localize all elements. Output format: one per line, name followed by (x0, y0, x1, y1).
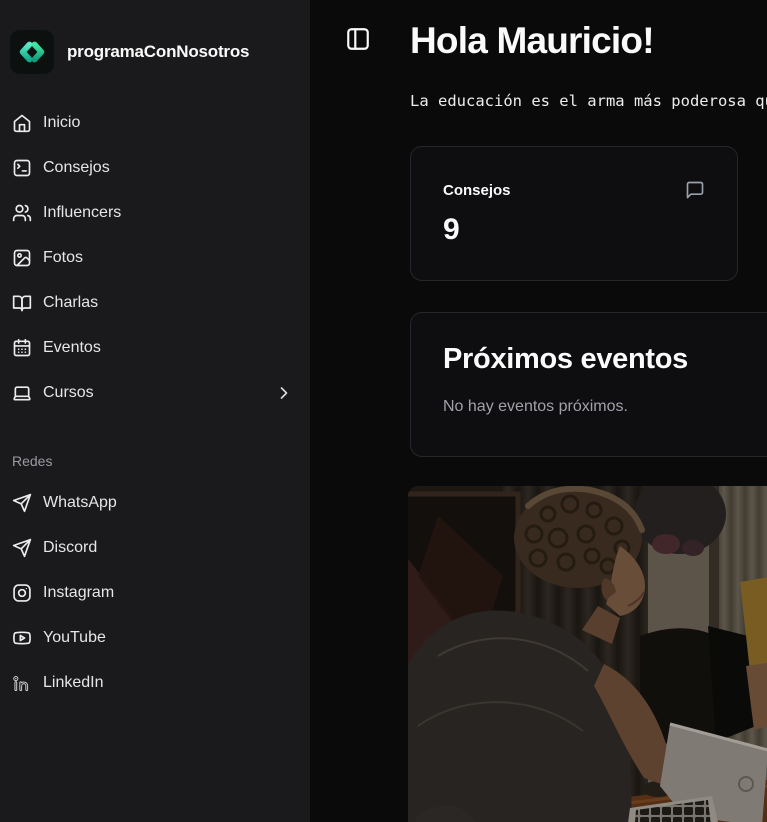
message-square-icon (685, 180, 705, 200)
eventos-empty-message: No hay eventos próximos. (443, 398, 767, 416)
chevron-right-icon (274, 383, 294, 403)
nav-label: Charlas (43, 294, 98, 312)
nav-label: Cursos (43, 384, 94, 402)
social-nav: WhatsApp Discord Instagram (0, 480, 310, 705)
send-icon (12, 538, 32, 558)
logo-link[interactable]: programaConNosotros (0, 0, 310, 100)
social-item-discord[interactable]: Discord (0, 525, 310, 570)
main-nav: Inicio Consejos (0, 100, 310, 415)
quote-text: La educación es el arma más poderosa que… (410, 92, 767, 110)
consejos-card-title: Consejos (443, 182, 511, 199)
panel-left-icon (345, 40, 371, 55)
page-title: Hola Mauricio! (410, 20, 654, 62)
nav-item-consejos[interactable]: Consejos (0, 145, 310, 190)
nav-label: Inicio (43, 114, 80, 132)
consejos-card: Consejos 9 (410, 146, 738, 281)
eventos-card-title: Próximos eventos (443, 343, 767, 376)
nav-label: Fotos (43, 249, 83, 267)
home-icon (12, 113, 32, 133)
nav-label: Influencers (43, 204, 121, 222)
consejos-count: 9 (443, 213, 705, 247)
social-item-instagram[interactable]: Instagram (0, 570, 310, 615)
nav-label: Consejos (43, 159, 110, 177)
app-layout: programaConNosotros Inicio (0, 0, 767, 822)
terminal-icon (12, 158, 32, 178)
app-logo-icon (10, 30, 54, 74)
sidebar-toggle-button[interactable] (345, 26, 371, 52)
book-open-icon (12, 293, 32, 313)
app-logo-text: programaConNosotros (67, 42, 249, 62)
social-item-youtube[interactable]: YouTube (0, 615, 310, 660)
social-item-linkedin[interactable]: LinkedIn (0, 660, 310, 705)
youtube-icon (12, 628, 32, 648)
event-photo (408, 486, 767, 822)
social-label: YouTube (43, 629, 106, 647)
main-content: Hola Mauricio! La educación es el arma m… (310, 0, 767, 822)
social-label: Discord (43, 539, 97, 557)
nav-item-eventos[interactable]: Eventos (0, 325, 310, 370)
nav-item-charlas[interactable]: Charlas (0, 280, 310, 325)
linkedin-icon (12, 673, 32, 693)
instagram-icon (12, 583, 32, 603)
nav-item-inicio[interactable]: Inicio (0, 100, 310, 145)
social-item-whatsapp[interactable]: WhatsApp (0, 480, 310, 525)
nav-label: Eventos (43, 339, 101, 357)
nav-item-influencers[interactable]: Influencers (0, 190, 310, 235)
sidebar: programaConNosotros Inicio (0, 0, 310, 822)
calendar-icon (12, 338, 32, 358)
social-label: Instagram (43, 584, 114, 602)
eventos-card: Próximos eventos No hay eventos próximos… (410, 312, 767, 457)
social-label: WhatsApp (43, 494, 117, 512)
image-icon (12, 248, 32, 268)
nav-item-fotos[interactable]: Fotos (0, 235, 310, 280)
nav-item-cursos[interactable]: Cursos (0, 370, 310, 415)
laptop-icon (12, 383, 32, 403)
redes-section-label: Redes (0, 453, 310, 469)
social-label: LinkedIn (43, 674, 104, 692)
users-icon (12, 203, 32, 223)
event-photo-illustration (408, 486, 767, 822)
send-icon (12, 493, 32, 513)
